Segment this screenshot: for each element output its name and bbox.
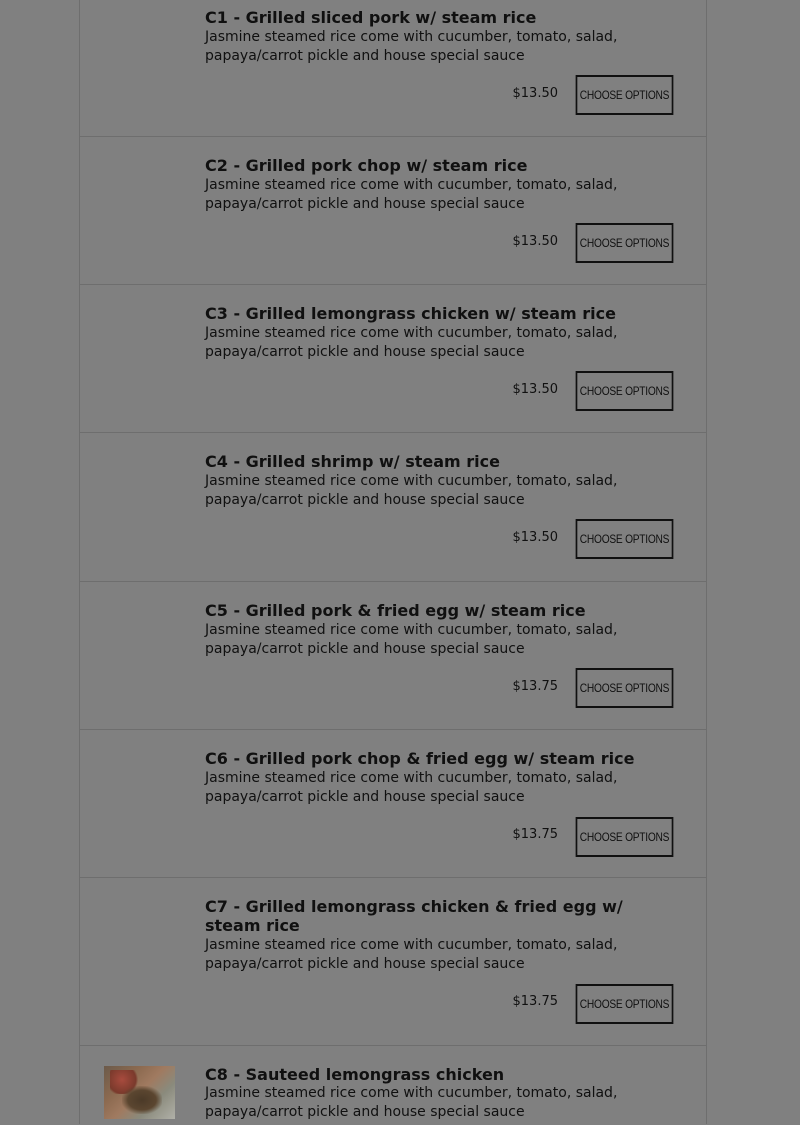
item-description: Jasmine steamed rice come with cucumber,… <box>205 29 618 64</box>
menu-item[interactable]: C8 - Sauteed lemongrass chicken Jasmine … <box>80 1046 706 1125</box>
item-price: $13.75 <box>512 827 559 842</box>
item-name[interactable]: C1 - Grilled sliced pork w/ steam rice <box>205 8 645 27</box>
item-description: Jasmine steamed rice come with cucumber,… <box>205 325 618 360</box>
item-name[interactable]: C2 - Grilled pork chop w/ steam rice <box>205 156 645 175</box>
menu-item-list: C1 - Grilled sliced pork w/ steam rice J… <box>79 0 707 1124</box>
item-name[interactable]: C4 - Grilled shrimp w/ steam rice <box>205 452 645 471</box>
item-price: $13.75 <box>512 679 559 694</box>
menu-item[interactable]: C4 - Grilled shrimp w/ steam rice Jasmin… <box>80 433 706 582</box>
menu-item[interactable]: C5 - Grilled pork & fried egg w/ steam r… <box>80 582 706 730</box>
item-description: Jasmine steamed rice come with cucumber,… <box>205 937 618 972</box>
menu-item[interactable]: C7 - Grilled lemongrass chicken & fried … <box>80 878 706 1046</box>
choose-options-button[interactable]: Choose Options <box>575 371 674 411</box>
item-price: $13.50 <box>512 86 559 101</box>
choose-options-button[interactable]: Choose Options <box>575 984 674 1024</box>
item-price: $13.50 <box>512 530 559 545</box>
item-name[interactable]: C7 - Grilled lemongrass chicken & fried … <box>205 897 645 935</box>
item-price: $13.75 <box>512 994 559 1009</box>
item-description: Jasmine steamed rice come with cucumber,… <box>205 473 618 508</box>
item-name[interactable]: C3 - Grilled lemongrass chicken w/ steam… <box>205 304 645 323</box>
menu-item[interactable]: C2 - Grilled pork chop w/ steam rice Jas… <box>80 137 706 285</box>
item-description: Jasmine steamed rice come with cucumber,… <box>205 1085 618 1120</box>
menu-item[interactable]: C1 - Grilled sliced pork w/ steam rice J… <box>80 0 706 137</box>
choose-options-button[interactable]: Choose Options <box>575 817 674 857</box>
item-price: $13.50 <box>512 382 559 397</box>
item-photo[interactable] <box>104 1066 175 1119</box>
choose-options-button[interactable]: Choose Options <box>575 519 674 559</box>
item-name[interactable]: C8 - Sauteed lemongrass chicken <box>205 1065 645 1084</box>
choose-options-button[interactable]: Choose Options <box>575 223 674 263</box>
item-price: $13.50 <box>512 234 559 249</box>
menu-item[interactable]: C6 - Grilled pork chop & fried egg w/ st… <box>80 730 706 878</box>
item-description: Jasmine steamed rice come with cucumber,… <box>205 770 618 805</box>
choose-options-button[interactable]: Choose Options <box>575 75 674 115</box>
choose-options-button[interactable]: Choose Options <box>575 668 674 708</box>
item-name[interactable]: C5 - Grilled pork & fried egg w/ steam r… <box>205 601 645 620</box>
menu-item[interactable]: C3 - Grilled lemongrass chicken w/ steam… <box>80 285 706 433</box>
item-description: Jasmine steamed rice come with cucumber,… <box>205 177 618 212</box>
item-name[interactable]: C6 - Grilled pork chop & fried egg w/ st… <box>205 749 645 768</box>
item-description: Jasmine steamed rice come with cucumber,… <box>205 622 618 657</box>
